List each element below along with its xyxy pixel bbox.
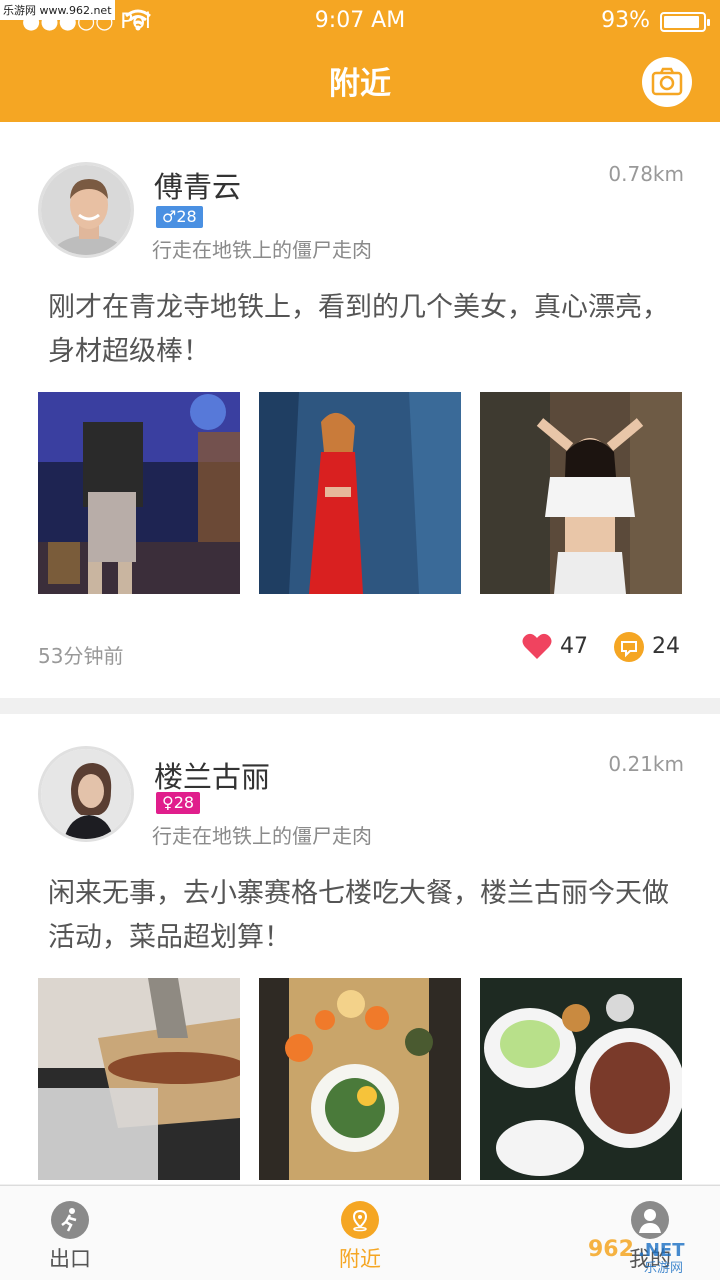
location-pin-icon <box>341 1201 379 1239</box>
camera-button[interactable] <box>642 57 692 107</box>
post-card[interactable]: 傅青云 ♂28 行走在地铁上的僵尸走肉 0.78km 刚才在青龙寺地铁上，看到的… <box>0 122 720 698</box>
post-time: 53分钟前 <box>38 644 124 668</box>
battery-icon <box>660 12 710 32</box>
user-name[interactable]: 傅青云 <box>154 164 241 206</box>
comment-icon[interactable] <box>614 632 644 662</box>
user-signature: 行走在地铁上的僵尸走肉 <box>152 238 372 262</box>
camera-icon <box>651 67 683 96</box>
post-photo[interactable] <box>480 978 682 1180</box>
heart-icon[interactable] <box>522 632 552 660</box>
post-photo[interactable] <box>259 978 461 1180</box>
tab-label: 附近 <box>339 1247 381 1271</box>
watermark-logo: 962 .NET 乐游网 <box>584 1232 714 1276</box>
tab-nearby[interactable]: 附近 <box>300 1186 420 1280</box>
avatar[interactable] <box>38 162 134 258</box>
svg-text:乐游网: 乐游网 <box>644 1261 683 1276</box>
tab-exit[interactable]: 出口 <box>10 1186 130 1280</box>
comment-count: 24 <box>652 634 680 659</box>
user-signature: 行走在地铁上的僵尸走肉 <box>152 824 372 848</box>
svg-text:962: 962 <box>588 1237 634 1262</box>
post-text: 刚才在青龙寺地铁上，看到的几个美女，真心漂亮，身材超级棒！ <box>48 292 669 367</box>
like-count: 47 <box>560 634 588 659</box>
distance-label: 0.21km <box>608 752 684 776</box>
post-photo[interactable] <box>38 978 240 1180</box>
post-photo[interactable] <box>259 392 461 594</box>
user-name[interactable]: 楼兰古丽 <box>154 754 270 796</box>
distance-label: 0.78km <box>608 162 684 186</box>
runner-icon <box>51 1201 89 1239</box>
post-text: 闲来无事，去小寨赛格七楼吃大餐，楼兰古丽今天做活动，菜品超划算！ <box>48 878 669 953</box>
gender-age-badge: ♂28 <box>156 206 203 228</box>
gender-age-badge: ♀28 <box>156 792 201 814</box>
battery-percent: 93% <box>601 8 650 33</box>
page-title: 附近 <box>329 66 391 102</box>
svg-text:.NET: .NET <box>638 1240 685 1261</box>
watermark-top: 乐游网 www.962.net <box>0 0 115 20</box>
avatar[interactable] <box>38 746 134 842</box>
post-photo[interactable] <box>480 392 682 594</box>
tab-label: 出口 <box>49 1247 91 1271</box>
post-card[interactable]: 楼兰古丽 ♀28 行走在地铁上的僵尸走肉 0.21km 闲来无事，去小寨赛格七楼… <box>0 714 720 1184</box>
post-photo[interactable] <box>38 392 240 594</box>
